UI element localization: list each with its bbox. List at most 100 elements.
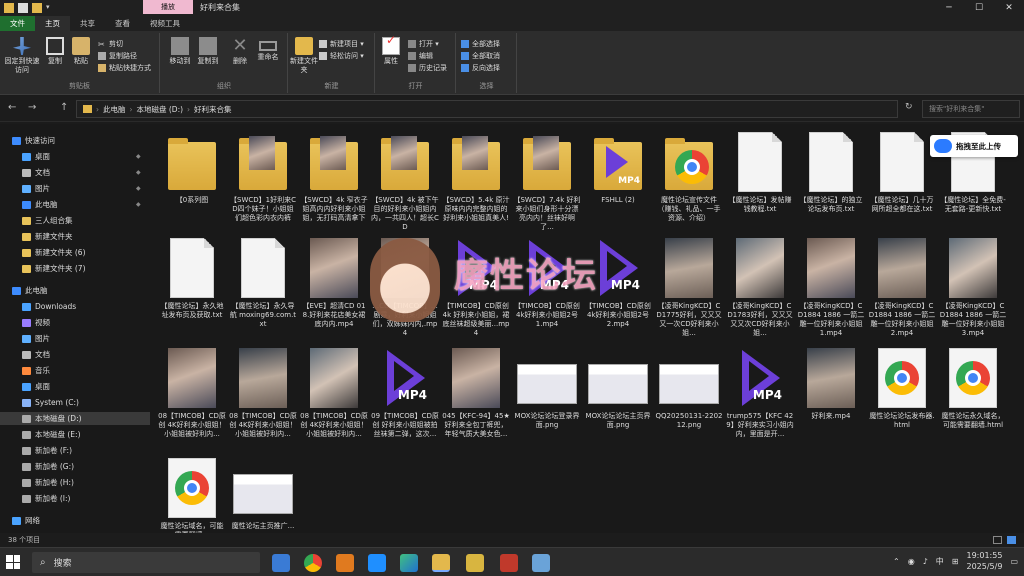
edit-button[interactable]: 编辑 [408,51,433,61]
sidebar-item[interactable]: 桌面 [0,380,50,393]
paste-button[interactable]: 粘贴 [66,37,96,66]
up-button[interactable]: ↑ [60,102,68,113]
tab-video-tools[interactable]: 视频工具 [140,16,190,31]
sidebar-item[interactable]: Downloads [0,300,76,313]
tab-view[interactable]: 查看 [105,16,140,31]
sidebar-item[interactable]: 新加卷 (H:) [0,476,74,489]
minimize-button[interactable]: ─ [934,0,964,16]
file-item[interactable]: 【SWCD】5.4k 原汁原味内内完整内姐的好利来小姐姐真美人! [442,132,510,236]
sidebar-item[interactable]: 三人组合集 [0,214,73,227]
tab-home[interactable]: 主页 [35,16,70,31]
file-item[interactable]: MP4 09【TIMCOB】CD原创 好利来小姐姐被拍丝袜第二弹，这次... [371,348,439,452]
history-button[interactable]: 历史记录 [408,63,447,73]
open-button[interactable]: 打开 ▾ [408,39,439,49]
app-mail-icon[interactable] [272,554,290,572]
maximize-button[interactable]: ☐ [964,0,994,16]
search-input[interactable]: 搜索"好利来合集" [922,100,1020,118]
sidebar-item[interactable]: 网络 [0,514,40,527]
file-item[interactable]: 【魔性论坛】的独立论坛发布页.txt [797,132,865,236]
file-explorer-taskbar-icon[interactable] [432,554,450,572]
file-item[interactable]: 魔性论坛论坛发布器.html [868,348,936,452]
sidebar-item[interactable]: 文档 [0,348,50,361]
file-item[interactable]: QQ20250131-220212.png [655,348,723,452]
sidebar-item[interactable]: 本地磁盘 (E:) [0,428,81,441]
paste-shortcut-button[interactable]: 粘贴快捷方式 [98,63,151,73]
file-item[interactable]: 魔性论坛宣传文件（赚钱、礼品、一手资源、介绍） [655,132,723,236]
file-item[interactable]: 【0系列图 [158,132,226,236]
sidebar-item[interactable]: 音乐 [0,364,50,377]
ime-indicator[interactable]: 中 [936,556,944,567]
file-item[interactable]: 【魔性论坛】永久地址发布页及获取.txt [158,238,226,342]
baidu-netdisk-icon[interactable] [368,554,386,572]
properties-button[interactable]: ✓ 属性 [376,34,406,66]
file-item[interactable]: 08【TIMCOB】CD原创 4K好利来小姐姐！小姐姐被好利内... [158,348,226,452]
file-item[interactable]: 【凌哥KingKCD】CD1884 1886 一箭二雕一位好利来小姐姐3.mp4 [939,238,1007,342]
sticky-app-icon[interactable] [466,554,484,572]
delete-button[interactable]: ✕ 删除 [225,37,255,66]
app-red-icon[interactable] [500,554,518,572]
file-item[interactable]: 【SWCD】1好利来CD四个妹子！小姐姐们超色彩内衣内裤 [229,132,297,236]
copy-path-button[interactable]: 复制路径 [98,51,137,61]
file-item[interactable]: MOX论坛论坛主页界面.png [584,348,652,452]
file-item[interactable]: 08【TIMCOB】CD原创 4K好利来小姐姐！小姐姐被好利内... [229,348,297,452]
breadcrumb-drive-d[interactable]: 本地磁盘 (D:) [137,104,184,115]
file-item[interactable]: 【魔性论坛】几十万网所超全都在这.txt [868,132,936,236]
refresh-icon[interactable]: ↻ [905,102,913,112]
pin-quick-access-button[interactable]: 固定到快速访问 [4,37,40,75]
file-item[interactable]: 【凌哥KingKCD】CD1884 1886 一箭二雕一位好利来小姐姐2.mp4 [868,238,936,342]
tray-overflow-icon[interactable]: ⌃ [893,557,900,566]
sidebar-item[interactable]: 图片 [0,332,50,345]
file-item[interactable]: 好利来.mp4 [797,348,865,452]
file-item[interactable]: 魔性论坛永久域名，可能需要翻墙.html [939,348,1007,452]
back-button[interactable]: ← [8,102,16,113]
file-item[interactable]: 08【TIMCOB】CD原创 4K好利来小姐姐！小姐姐被好利内... [300,348,368,452]
large-icons-view-icon[interactable] [1007,536,1016,544]
sidebar-item[interactable]: 新建文件夹 (6) [0,246,86,259]
file-item[interactable]: MP4 trump575【KFC 429】好利来实习小姐内内，里面是开... [726,348,794,452]
customize-qat-icon[interactable]: ▾ [46,3,56,13]
cut-button[interactable]: ✂ 剪切 [98,39,123,49]
file-item[interactable]: 【EVE】超清CD 018.好利来花店美女裙底内内.mp4 [300,238,368,342]
tab-file[interactable]: 文件 [0,16,35,31]
new-folder-button[interactable]: 新建文件夹 [289,37,319,75]
file-item[interactable]: 【SWCD】7.4k 好利来小姐们身形十分漂亮内内！丝袜好啊了... [513,132,581,236]
file-item[interactable]: 045【KFC-94】45★好利来全包丁裤兜，年轻气质大美女色... [442,348,510,452]
file-item[interactable]: 【魔性论坛】发帖赚钱教程.txt [726,132,794,236]
input-mode-icon[interactable]: ⊞ [952,557,959,566]
properties-icon[interactable] [18,3,28,13]
sidebar-item[interactable]: System (C:) [0,396,79,409]
easy-access-button[interactable]: 轻松访问 ▾ [319,51,364,61]
sidebar-item[interactable]: 本地磁盘 (D:) [0,412,150,425]
select-all-button[interactable]: 全部选择 [461,39,500,49]
move-to-button[interactable]: 移动到 [165,37,195,66]
taskbar-search[interactable]: ⌕ 搜索 [32,552,260,573]
address-bar[interactable]: › 此电脑 › 本地磁盘 (D:) › 好利来合集 [76,100,898,118]
select-none-button[interactable]: 全部取消 [461,51,500,61]
file-item[interactable]: 【SWCD】4k 被下午目的好利来小姐姐内内，一共四人！超长CD [371,132,439,236]
forward-button[interactable]: → [28,102,36,113]
app-colorful-icon[interactable] [400,554,418,572]
breadcrumb-this-pc[interactable]: 此电脑 [103,104,126,115]
sidebar-item[interactable]: 新建文件夹 [0,230,73,243]
sidebar-item[interactable]: 此电脑 [0,284,48,297]
app-blue-icon[interactable] [532,554,550,572]
file-item[interactable]: 【SWCD】4k 窄衣子姐高内内好利来小姐姐，无打码高清拿下 [300,132,368,236]
start-button[interactable] [6,555,20,569]
file-item[interactable]: 【凌哥KingKCD】CD1884 1886 一箭二雕一位好利来小姐姐1.mp4 [797,238,865,342]
volume-icon[interactable]: ♪ [923,557,928,566]
sidebar-item[interactable]: 新建文件夹 (7) [0,262,86,275]
sidebar-item[interactable]: 快速访问 [0,134,55,147]
sidebar-item[interactable]: 新加卷 (F:) [0,444,72,457]
file-item[interactable]: 【凌哥KingKCD】CD1775好利，又又又又一次CD好利来小姐... [655,238,723,342]
rename-button[interactable]: 重命名 [253,37,283,62]
details-view-icon[interactable] [993,536,1002,544]
search-app-icon[interactable] [336,554,354,572]
sidebar-item[interactable]: 新加卷 (I:) [0,492,70,505]
copy-to-button[interactable]: 复制到 [193,37,223,66]
new-folder-icon[interactable] [32,3,42,13]
new-item-button[interactable]: 新建项目 ▾ [319,39,364,49]
sidebar-item[interactable]: 视频 [0,316,50,329]
sidebar-item[interactable]: 图片 ◆ [0,182,141,195]
context-tab-play[interactable]: 播放 [143,0,193,14]
file-item[interactable]: MP4 FSHLL (2) [584,132,652,236]
